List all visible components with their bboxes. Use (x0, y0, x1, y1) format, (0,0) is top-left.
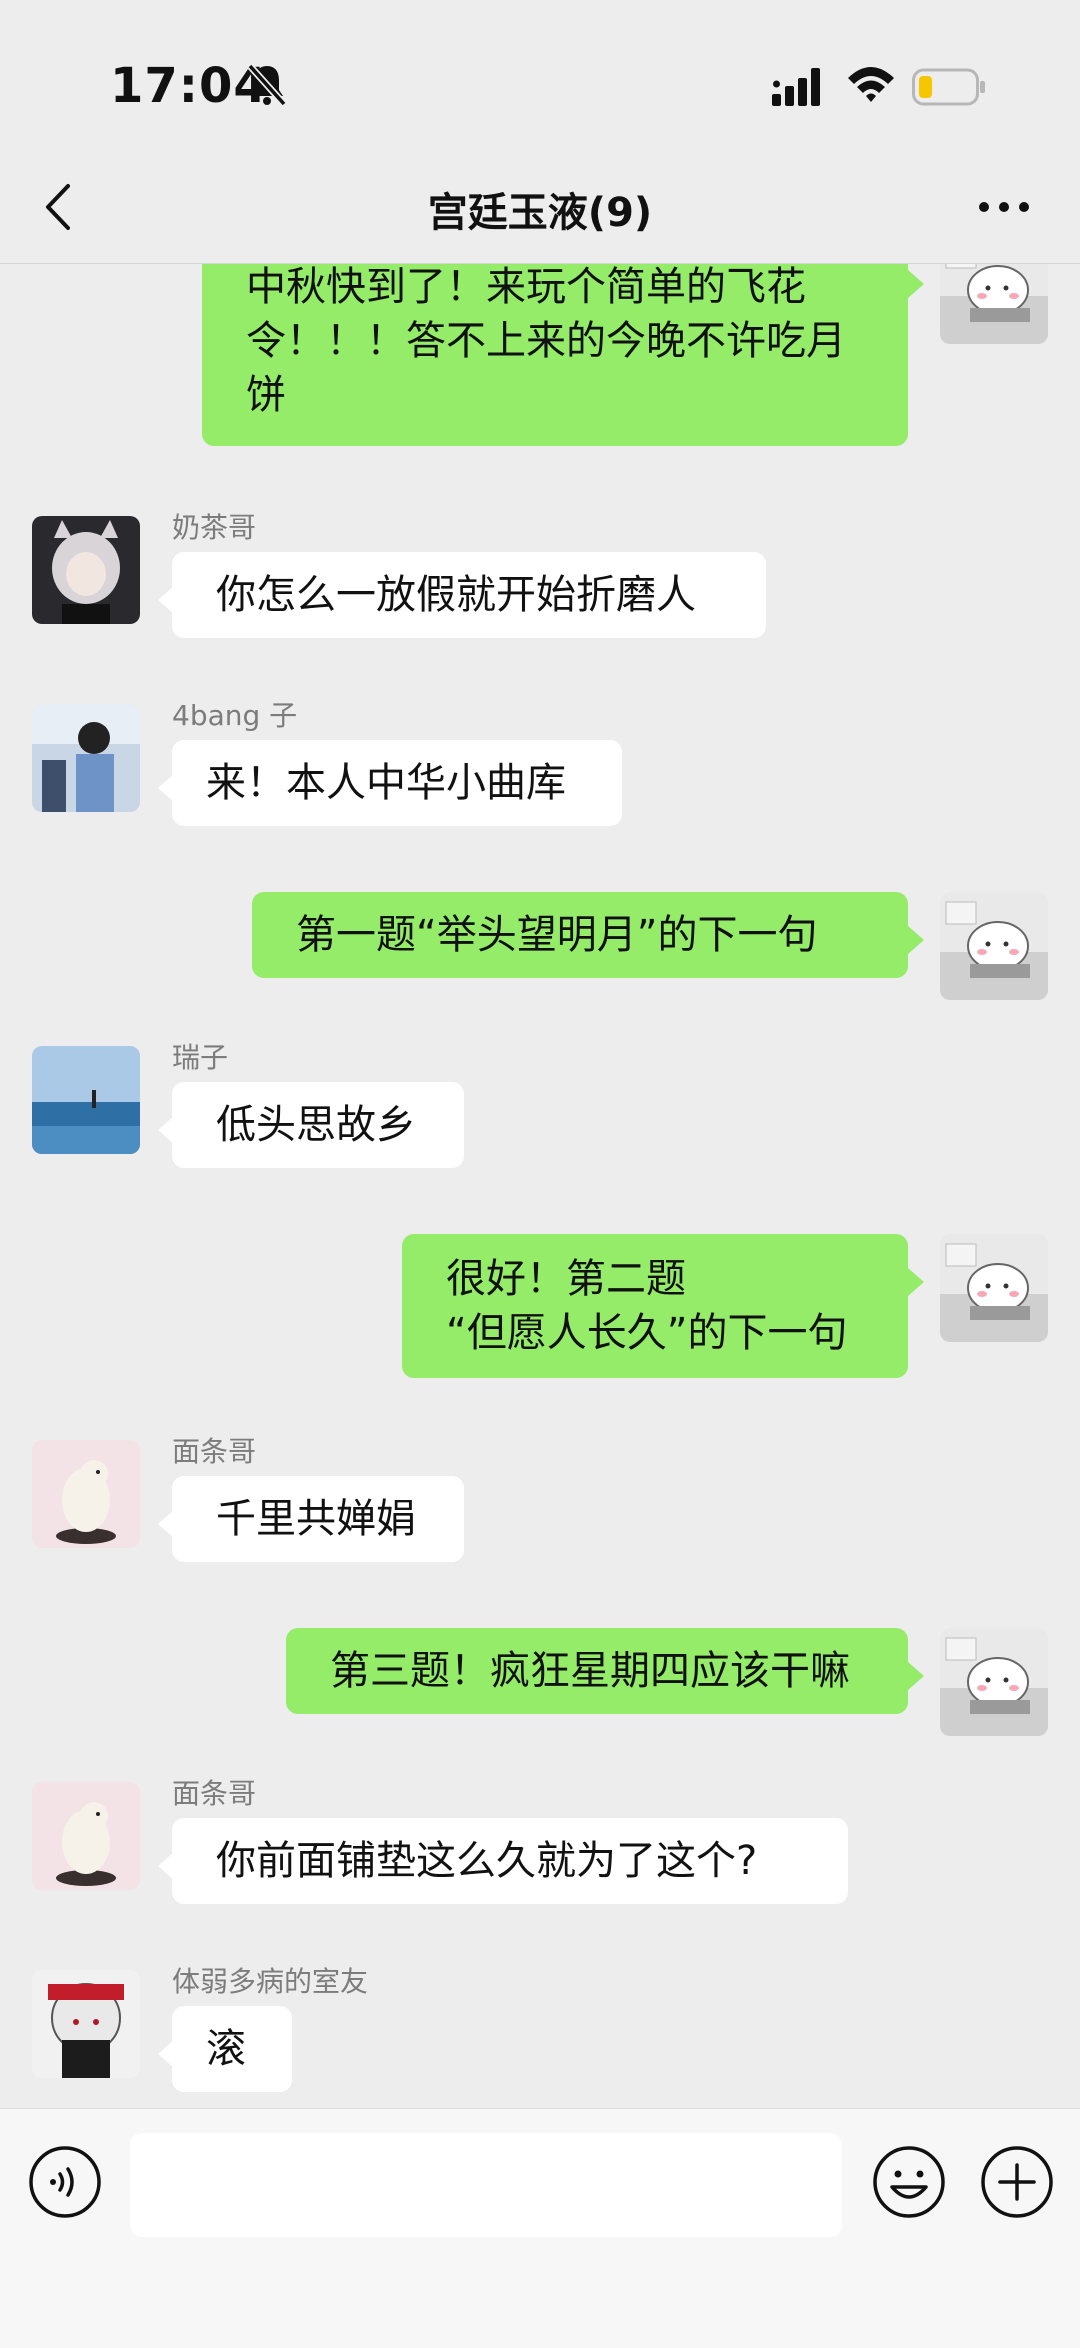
avatar-member[interactable] (32, 704, 140, 812)
message-bubble-self[interactable]: 中秋快到了！来玩个简单的飞花 令！！！答不上来的今晚不许吃月 饼 (202, 264, 924, 446)
hamster-avatar-icon (940, 1628, 1048, 1736)
message-bubble-self[interactable]: 第一题“举头望明月”的下一句 (252, 892, 924, 978)
message-bubble-self[interactable]: 第三题！疯狂星期四应该干嘛 (286, 1628, 924, 1714)
chat-title: 宫廷玉液(9) (427, 190, 653, 236)
message-text: 饼 (246, 372, 286, 418)
hamster-avatar-icon (940, 264, 1048, 344)
message-text: 你怎么一放假就开始折磨人 (216, 572, 696, 618)
message-bubble-member[interactable]: 千里共婵娟 (158, 1476, 464, 1562)
voice-input-icon[interactable] (28, 2145, 102, 2219)
sender-name: 瑞子 (172, 1041, 229, 1074)
avatar-self[interactable] (940, 1628, 1048, 1736)
anime-girl-avatar-icon (32, 516, 140, 624)
sender-name: 体弱多病的室友 (172, 1965, 369, 1998)
white-toy-avatar-icon (32, 1782, 140, 1890)
status-time: 17:04 (110, 58, 268, 114)
message-text: 来！本人中华小曲库 (206, 760, 566, 806)
message-bubble-member[interactable]: 你怎么一放假就开始折磨人 (158, 552, 766, 638)
sender-name: 面条哥 (172, 1777, 257, 1810)
message-text: 很好！第二题 (446, 1256, 686, 1302)
avatar-self[interactable] (940, 1234, 1048, 1342)
more-options-icon[interactable] (976, 192, 1032, 222)
message-bubble-member[interactable]: 滚 (158, 2006, 292, 2092)
avatar-member[interactable] (32, 1440, 140, 1548)
sea-avatar-icon (32, 1046, 140, 1154)
message-text: 低头思故乡 (216, 1102, 416, 1148)
message-bubble-self[interactable]: 很好！第二题 “但愿人长久”的下一句 (402, 1234, 924, 1378)
avatar-member[interactable] (32, 516, 140, 624)
sender-name: 4bang 子 (172, 699, 298, 732)
avatar-member[interactable] (32, 1782, 140, 1890)
message-text: “但愿人长久”的下一句 (446, 1310, 848, 1356)
sender-name: 面条哥 (172, 1435, 257, 1468)
message-text: 中秋快到了！来玩个简单的飞花 (246, 264, 806, 310)
avatar-self[interactable] (940, 892, 1048, 1000)
message-input[interactable] (130, 2133, 842, 2237)
cellular-signal-icon (772, 68, 820, 106)
status-bar: 17:04 (0, 0, 1080, 150)
wifi-icon (848, 67, 894, 102)
chat-screen: 17:04 宫廷玉液(9) 中秋快到了！来玩个简单的飞花 令！！！答不上来的今晚… (0, 0, 1080, 2348)
home-indicator-area (0, 2256, 1080, 2348)
message-text: 你前面铺垫这么久就为了这个? (216, 1838, 758, 1884)
input-bar (0, 2108, 1080, 2256)
hamster-avatar-icon (940, 892, 1048, 1000)
battery-icon (912, 68, 985, 106)
message-bubble-member[interactable]: 低头思故乡 (158, 1082, 464, 1168)
anime-boy-avatar-icon (32, 704, 140, 812)
message-text: 第一题“举头望明月”的下一句 (296, 912, 818, 958)
bell-muted-icon (247, 63, 287, 107)
nav-bar: 宫廷玉液(9) (0, 150, 1080, 264)
plus-icon[interactable] (980, 2145, 1054, 2219)
avatar-member[interactable] (32, 1046, 140, 1154)
hamster-avatar-icon (940, 1234, 1048, 1342)
message-text: 千里共婵娟 (216, 1496, 416, 1542)
message-bubble-member[interactable]: 来！本人中华小曲库 (158, 740, 622, 826)
message-text: 滚 (206, 2026, 246, 2072)
message-list: 中秋快到了！来玩个简单的飞花 令！！！答不上来的今晚不许吃月 饼 奶茶哥 你怎么… (0, 264, 1080, 2108)
avatar-member[interactable] (32, 1970, 140, 2078)
message-text: 令！！！答不上来的今晚不许吃月 (246, 318, 846, 364)
sender-name: 奶茶哥 (172, 511, 257, 544)
white-toy-avatar-icon (32, 1440, 140, 1548)
emoji-icon[interactable] (872, 2145, 946, 2219)
message-bubble-member[interactable]: 你前面铺垫这么久就为了这个? (158, 1818, 848, 1904)
anime-dark-avatar-icon (32, 1970, 140, 2078)
avatar-self[interactable] (940, 264, 1048, 344)
message-text: 第三题！疯狂星期四应该干嘛 (330, 1648, 850, 1694)
